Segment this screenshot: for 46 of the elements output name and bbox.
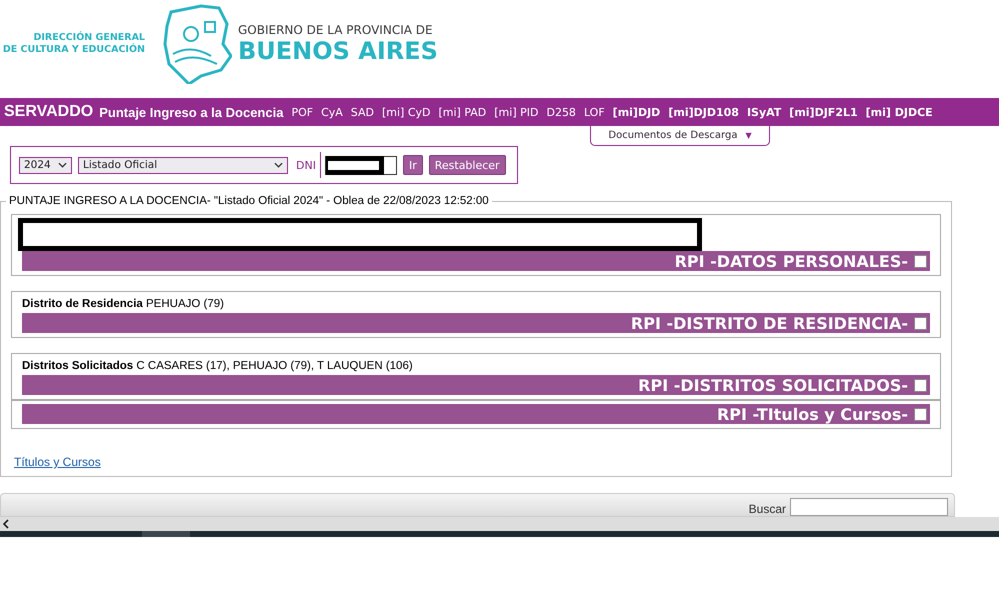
nav-link[interactable]: [mi]DJF2L1	[789, 106, 858, 118]
section-title: RPI -DISTRITOS SOLICITADOS-	[638, 376, 908, 394]
checkbox[interactable]	[914, 378, 927, 392]
download-dropdown[interactable]: Documentos de Descarga ▼	[590, 126, 770, 146]
nav-link[interactable]: [mi] PID	[494, 106, 538, 118]
dni-label: DNI	[296, 158, 316, 172]
action-button[interactable]: Restablecer	[428, 155, 506, 175]
list-select[interactable]: Listado Oficial	[78, 156, 288, 174]
info-text: Distrito de Residencia PEHUAJO (79)	[22, 298, 225, 310]
action-button[interactable]: Ir	[402, 155, 423, 175]
nav-link[interactable]: LOF	[584, 106, 605, 118]
brand-link[interactable]: SERVADDO	[4, 103, 94, 121]
checkbox[interactable]	[914, 316, 927, 330]
nav-link[interactable]: [mi] PAD	[438, 106, 486, 118]
year-select[interactable]: 2024	[19, 156, 72, 174]
chevron-icon	[58, 162, 67, 168]
section-title: RPI -TItulos y Cursos-	[716, 404, 908, 424]
titles-link[interactable]: Títulos y Cursos	[14, 455, 101, 469]
logo-text: BUENOS AIRES	[238, 37, 438, 65]
logo-text: GOBIERNO DE LA PROVINCIA DE	[238, 23, 434, 37]
dni-field[interactable]	[324, 156, 397, 174]
nav-link[interactable]: SAD	[350, 106, 374, 118]
nav-link[interactable]: Puntaje Ingreso a la Docencia	[99, 104, 284, 120]
nav-link[interactable]: [mi]DJD108	[668, 106, 739, 118]
logo-text: DE CULTURA Y EDUCACIÓN	[2, 44, 145, 56]
nav-link[interactable]: [mi] DJDCE	[866, 106, 933, 118]
nav-link[interactable]: POF	[291, 106, 314, 118]
logo-text: DIRECCIÓN GENERAL	[34, 32, 145, 43]
checkbox[interactable]	[914, 408, 927, 420]
chevron-icon	[274, 162, 283, 168]
section-title: RPI -DISTRITO DE RESIDENCIA-	[630, 314, 908, 332]
section-legend: PUNTAJE INGRESO A LA DOCENCIA- "Listado Oficial 2024" - Oblea de 22/08/2023 12:52:00	[6, 195, 492, 207]
section-title: RPI -DATOS PERSONALES-	[674, 252, 908, 270]
info-text: Distritos Solicitados C CASARES (17), PEHUAJO (79), T LAUQUEN (106)	[22, 360, 414, 372]
caret-icon: ▼	[745, 131, 752, 140]
redaction-bar	[326, 156, 384, 174]
nav-link[interactable]: CyA	[321, 106, 343, 118]
nav-link[interactable]: D258	[546, 106, 576, 118]
search-label: Buscar	[748, 502, 786, 516]
nav-link[interactable]: [mi]DJD	[612, 106, 660, 118]
checkbox[interactable]	[914, 254, 927, 268]
nav-link[interactable]: ISyAT	[746, 106, 782, 118]
nav-link[interactable]: [mi] CyD	[382, 106, 430, 118]
scroll-left-icon[interactable]	[3, 519, 9, 529]
search-field[interactable]	[790, 498, 948, 516]
horizontal-scrollbar[interactable]	[0, 517, 999, 531]
